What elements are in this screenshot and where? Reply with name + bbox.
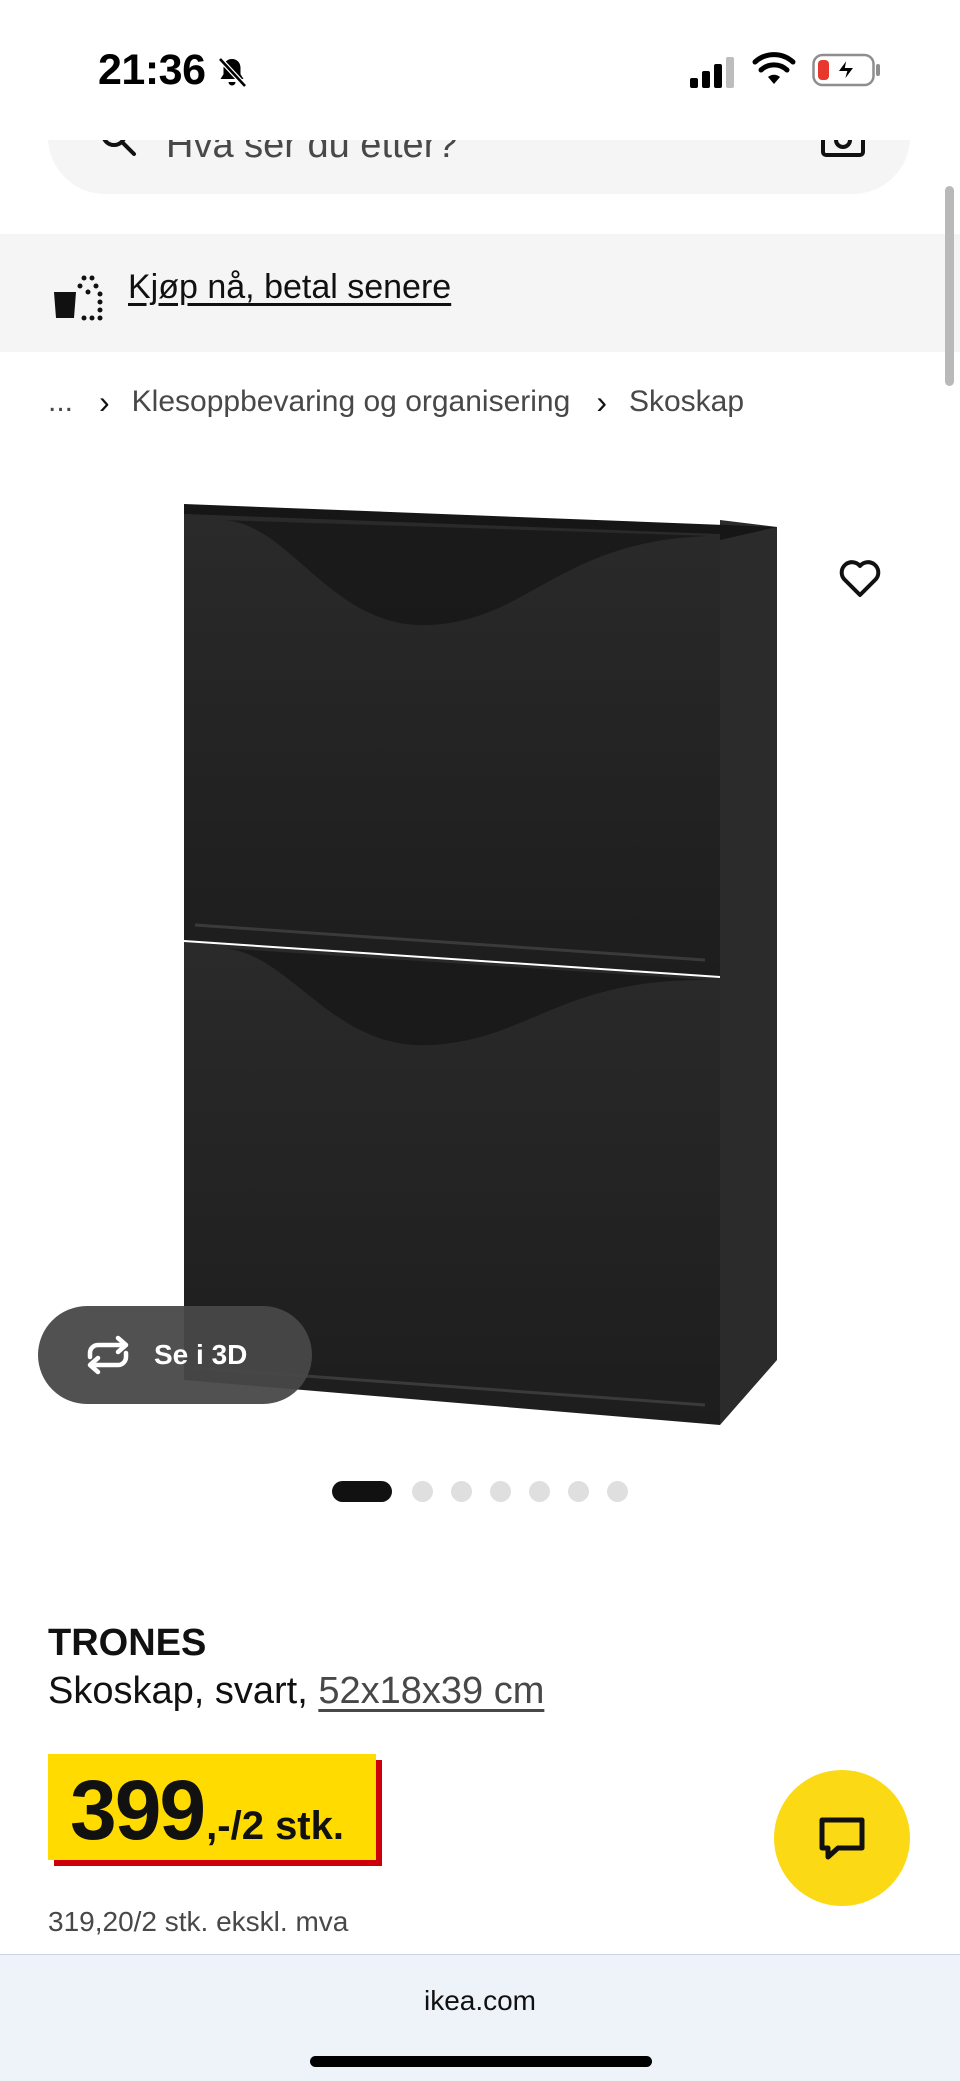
- product-name: TRONES: [48, 1622, 207, 1664]
- product-description: Skoskap, svart, 52x18x39 cm: [48, 1670, 544, 1713]
- breadcrumb: ... › Klesoppbevaring og organisering › …: [48, 382, 744, 422]
- browser-bottom-bar: ikea.com: [0, 1954, 960, 2081]
- chevron-right-icon: ›: [99, 383, 110, 420]
- status-bar: 21:36: [0, 0, 960, 140]
- carousel-dot-active[interactable]: [332, 1480, 392, 1502]
- buy-now-pay-later-link[interactable]: Kjøp nå, betal senere: [128, 268, 451, 307]
- home-indicator[interactable]: [310, 2056, 652, 2067]
- signal-icon: [690, 57, 734, 88]
- product-dimensions-link[interactable]: 52x18x39 cm: [318, 1670, 544, 1712]
- price-box: 399 ,-/2 stk.: [48, 1754, 376, 1860]
- chat-button[interactable]: [774, 1770, 910, 1906]
- price-tag: 399 ,-/2 stk.: [48, 1754, 382, 1866]
- wifi-icon: [752, 52, 796, 84]
- product-type: Skoskap, svart,: [48, 1670, 308, 1712]
- carousel-dot[interactable]: [412, 1480, 433, 1502]
- price-suffix: ,-/2 stk.: [206, 1804, 344, 1848]
- price-excl-vat: 319,20/2 stk. ekskl. mva: [48, 1906, 349, 1937]
- breadcrumb-item-shoe-cabinet[interactable]: Skoskap: [629, 385, 744, 419]
- carousel-dot[interactable]: [607, 1480, 628, 1502]
- battery-charging-icon: [812, 53, 880, 87]
- carousel-dot[interactable]: [529, 1480, 550, 1502]
- carousel-dot[interactable]: [451, 1480, 472, 1502]
- scroll-indicator[interactable]: [945, 186, 954, 386]
- chat-bubble-icon: [819, 1817, 865, 1860]
- carousel-dot[interactable]: [490, 1480, 511, 1502]
- shopping-bag-icon: [54, 275, 103, 321]
- url-label[interactable]: ikea.com: [0, 1985, 960, 2017]
- see-in-3d-button[interactable]: Se i 3D: [38, 1306, 312, 1404]
- image-carousel-dots: [332, 1480, 646, 1502]
- see-in-3d-label: Se i 3D: [154, 1339, 248, 1370]
- breadcrumb-ellipsis[interactable]: ...: [48, 385, 73, 419]
- carousel-dot[interactable]: [568, 1480, 589, 1502]
- chevron-right-icon: ›: [596, 383, 607, 420]
- status-time: 21:36: [98, 46, 206, 94]
- product-image[interactable]: [180, 500, 780, 1430]
- breadcrumb-item-clothing-storage[interactable]: Klesoppbevaring og organisering: [132, 385, 571, 419]
- promo-banner: Kjøp nå, betal senere: [0, 234, 960, 352]
- price-main: 399: [70, 1763, 206, 1857]
- bell-slash-icon: [218, 57, 247, 88]
- heart-icon[interactable]: [836, 554, 884, 602]
- rotate-3d-icon: [87, 1335, 129, 1375]
